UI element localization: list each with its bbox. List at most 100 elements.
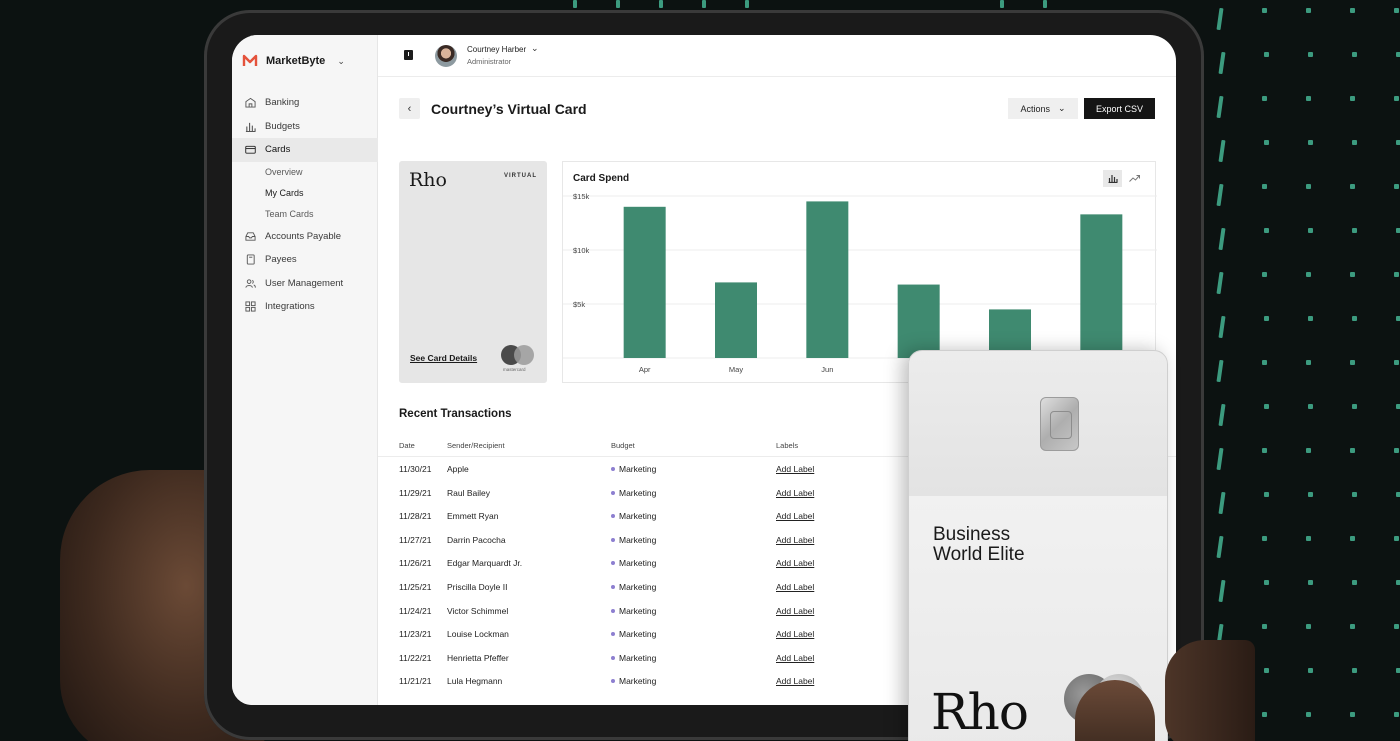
background-dash — [1350, 96, 1356, 101]
background-dash — [659, 0, 663, 8]
sidebar-subitem-my-cards[interactable]: My Cards — [232, 183, 378, 204]
background-dash — [1352, 492, 1358, 497]
background-dash — [1308, 668, 1314, 673]
user-name[interactable]: Courtney Harber — [467, 45, 526, 54]
budget-color-dot — [611, 655, 615, 660]
sidebar-item-payees[interactable]: Payees — [232, 248, 378, 272]
background-dash — [1216, 95, 1224, 119]
budget-label: Marketing — [619, 605, 657, 616]
inbox-icon — [245, 232, 256, 241]
export-csv-button[interactable]: Export CSV — [1084, 98, 1155, 119]
top-bar: Courtney Harber Administrator ⌄ — [378, 35, 1176, 77]
card-chip-icon — [1040, 397, 1079, 451]
budget-color-dot — [611, 490, 615, 495]
background-dash — [1396, 140, 1400, 145]
sidebar-subitem-team-cards[interactable]: Team Cards — [232, 204, 378, 225]
line-chart-toggle[interactable] — [1125, 170, 1144, 187]
background-dash — [1216, 447, 1224, 471]
transaction-date: 11/23/21 — [399, 629, 432, 640]
y-tick-label: $5k — [573, 300, 585, 309]
see-card-details-link[interactable]: See Card Details — [410, 353, 477, 363]
background-dash — [1394, 712, 1400, 717]
chevron-left-icon: ‹ — [407, 102, 412, 115]
chevron-down-icon[interactable]: ⌄ — [531, 43, 539, 54]
background-dash — [1264, 492, 1270, 497]
virtual-card-preview: Rho VIRTUAL See Card Details mastercard — [399, 161, 547, 383]
add-label-link[interactable]: Add Label — [776, 582, 814, 592]
column-header-sender[interactable]: Sender/Recipient — [447, 441, 505, 450]
background-dash — [1218, 579, 1226, 603]
background-dash — [1308, 228, 1314, 233]
back-button[interactable]: ‹ — [399, 98, 420, 119]
transaction-recipient: Raul Bailey — [447, 487, 490, 498]
chart-bar[interactable] — [897, 284, 940, 358]
sidebar-item-user-management[interactable]: User Management — [232, 272, 378, 296]
add-label-link[interactable]: Add Label — [776, 606, 814, 616]
budget-label: Marketing — [619, 511, 657, 522]
sidebar-item-budgets[interactable]: Budgets — [232, 115, 378, 139]
y-tick-label: $15k — [573, 192, 590, 201]
background-dash — [1350, 360, 1356, 365]
background-dash — [1394, 448, 1400, 453]
add-label-link[interactable]: Add Label — [776, 488, 814, 498]
background-dash — [1396, 404, 1400, 409]
column-header-budget[interactable]: Budget — [611, 441, 635, 450]
budget-color-dot — [611, 679, 615, 684]
budget-label: Marketing — [619, 534, 657, 545]
sidebar-item-accounts-payable[interactable]: Accounts Payable — [232, 225, 378, 249]
background-dash — [1306, 448, 1312, 453]
credit-card-icon — [245, 146, 256, 154]
column-header-labels[interactable]: Labels — [776, 441, 798, 450]
notification-flag-icon[interactable] — [404, 50, 413, 60]
bar-chart-toggle[interactable] — [1103, 170, 1122, 187]
background-dash — [1262, 8, 1268, 13]
add-label-link[interactable]: Add Label — [776, 653, 814, 663]
background-dash — [1262, 712, 1268, 717]
add-label-link[interactable]: Add Label — [776, 511, 814, 521]
transaction-budget: Marketing — [611, 464, 656, 474]
background-dash — [1306, 624, 1312, 629]
background-dash — [1308, 140, 1314, 145]
add-label-link[interactable]: Add Label — [776, 464, 814, 474]
hand-right — [1165, 640, 1255, 741]
background-dash — [1308, 404, 1314, 409]
workspace-switcher[interactable]: MarketByte ⌄ — [242, 53, 345, 69]
chart-bar[interactable] — [806, 201, 849, 358]
chart-bar[interactable] — [1080, 214, 1123, 358]
transaction-budget: Marketing — [611, 582, 656, 592]
add-label-link[interactable]: Add Label — [776, 535, 814, 545]
background-dash — [1306, 272, 1312, 277]
background-dash — [1394, 184, 1400, 189]
background-dash — [1350, 184, 1356, 189]
chart-bar[interactable] — [623, 206, 666, 358]
transaction-recipient: Lula Hegmann — [447, 676, 503, 687]
add-label-link[interactable]: Add Label — [776, 676, 814, 686]
background-dash — [745, 0, 749, 8]
background-dash — [1350, 712, 1356, 717]
background-dash — [616, 0, 620, 8]
sidebar-item-banking[interactable]: Banking — [232, 91, 378, 115]
actions-dropdown-button[interactable]: Actions ⌄ — [1008, 98, 1078, 119]
column-header-date[interactable]: Date — [399, 441, 415, 450]
transaction-date: 11/26/21 — [399, 558, 432, 569]
transaction-date: 11/25/21 — [399, 581, 432, 592]
budget-label: Marketing — [619, 558, 657, 569]
background-dash — [1218, 139, 1226, 163]
add-label-link[interactable]: Add Label — [776, 629, 814, 639]
background-dash — [1350, 8, 1356, 13]
transaction-budget: Marketing — [611, 653, 656, 663]
sidebar-item-integrations[interactable]: Integrations — [232, 295, 378, 319]
workspace-name: MarketByte — [266, 55, 326, 67]
background-dash — [1262, 272, 1268, 277]
background-dash — [1262, 536, 1268, 541]
background-dash — [1396, 668, 1400, 673]
background-dash — [1306, 8, 1312, 13]
add-label-link[interactable]: Add Label — [776, 558, 814, 568]
chart-bar[interactable] — [715, 282, 757, 358]
sidebar-item-cards[interactable]: Cards — [232, 138, 378, 162]
background-dash — [1264, 52, 1270, 57]
sidebar-subitem-overview[interactable]: Overview — [232, 162, 378, 183]
transaction-recipient: Darrin Pacocha — [447, 534, 506, 545]
avatar[interactable] — [435, 45, 457, 67]
background-dash — [1394, 624, 1400, 629]
